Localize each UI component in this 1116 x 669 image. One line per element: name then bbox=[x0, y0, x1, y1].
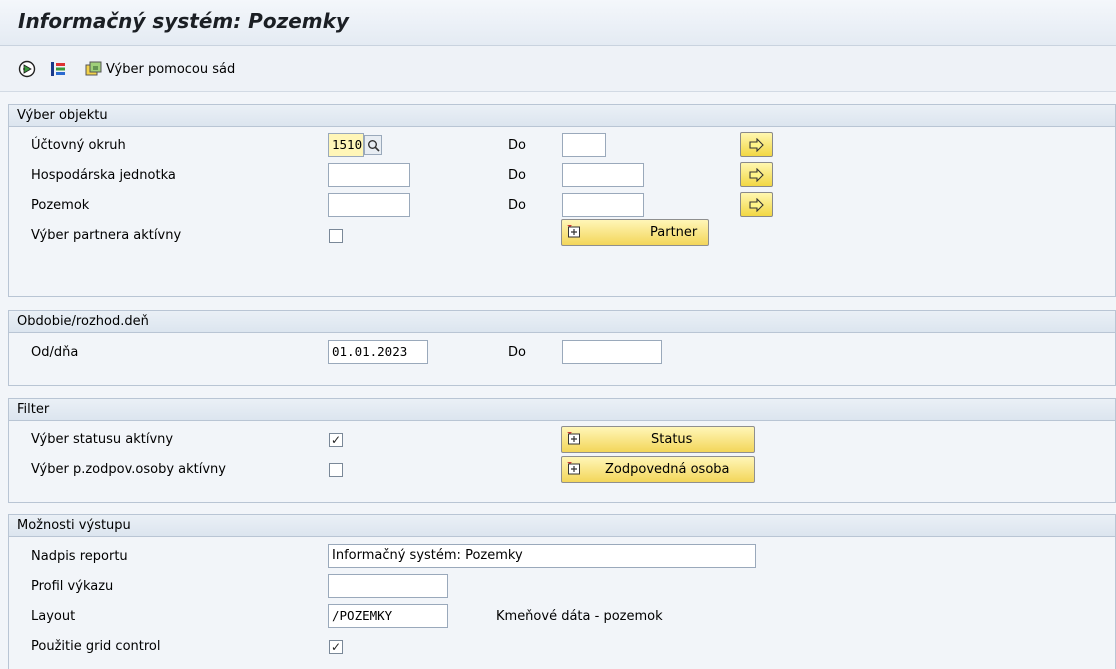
report-profile-label: Profil výkazu bbox=[31, 579, 114, 594]
status-active-checkbox[interactable]: ✓ bbox=[329, 433, 343, 447]
grid-control-checkbox[interactable]: ✓ bbox=[329, 640, 343, 654]
object-selection-group: Výber objektu Účtovný okruh 1510 Do Hosp… bbox=[8, 104, 1116, 297]
responsible-person-button-label: Zodpovedná osoba bbox=[605, 462, 730, 477]
company-code-input[interactable]: 1510 bbox=[328, 133, 364, 157]
business-entity-input[interactable] bbox=[328, 163, 410, 187]
arrow-right-icon bbox=[748, 197, 764, 212]
page-title: Informačný systém: Pozemky bbox=[18, 9, 349, 33]
execute-icon bbox=[18, 60, 36, 78]
object-selection-header: Výber objektu bbox=[9, 105, 1115, 127]
arrow-right-icon bbox=[748, 167, 764, 182]
business-entity-to-label: Do bbox=[508, 168, 526, 183]
grid-control-label: Použitie grid control bbox=[31, 639, 161, 654]
business-entity-label: Hospodárska jednotka bbox=[31, 168, 176, 183]
filter-header: Filter bbox=[9, 399, 1115, 421]
filter-group: Filter Výber statusu aktívny ✓ Výber p.z… bbox=[8, 398, 1116, 503]
period-header: Obdobie/rozhod.deň bbox=[9, 311, 1115, 333]
partner-active-checkbox[interactable] bbox=[329, 229, 343, 243]
layout-label: Layout bbox=[31, 609, 76, 624]
execute-button[interactable] bbox=[18, 59, 36, 79]
responsible-active-label: Výber p.zodpov.osoby aktívny bbox=[31, 462, 226, 477]
status-button-label: Status bbox=[651, 432, 693, 447]
partner-active-label: Výber partnera aktívny bbox=[31, 228, 182, 243]
get-variant-icon bbox=[51, 62, 65, 76]
application-toolbar: Výber pomocou sád bbox=[0, 46, 1116, 92]
land-to-label: Do bbox=[508, 198, 526, 213]
layout-input[interactable]: /POZEMKY bbox=[328, 604, 448, 628]
layout-description: Kmeňové dáta - pozemok bbox=[496, 609, 663, 624]
company-code-label: Účtovný okruh bbox=[31, 138, 126, 153]
land-to-input[interactable] bbox=[562, 193, 644, 217]
land-label: Pozemok bbox=[31, 198, 90, 213]
report-title-input[interactable]: Informačný systém: Pozemky bbox=[328, 544, 756, 568]
selection-sets-label: Výber pomocou sád bbox=[106, 61, 236, 77]
from-date-input[interactable]: 01.01.2023 bbox=[328, 340, 428, 364]
selection-sets-icon bbox=[85, 61, 102, 76]
arrow-right-icon bbox=[748, 137, 764, 152]
company-code-to-input[interactable] bbox=[562, 133, 606, 157]
land-input[interactable] bbox=[328, 193, 410, 217]
report-profile-input[interactable] bbox=[328, 574, 448, 598]
responsible-active-checkbox[interactable] bbox=[329, 463, 343, 477]
business-entity-multiple-selection-button[interactable] bbox=[740, 162, 773, 187]
to-date-input[interactable] bbox=[562, 340, 662, 364]
to-date-label: Do bbox=[508, 345, 526, 360]
company-code-multiple-selection-button[interactable] bbox=[740, 132, 773, 157]
company-code-search-button[interactable] bbox=[364, 135, 382, 155]
expand-icon bbox=[566, 224, 581, 243]
land-multiple-selection-button[interactable] bbox=[740, 192, 773, 217]
report-title-label: Nadpis reportu bbox=[31, 549, 128, 564]
selection-sets-button[interactable]: Výber pomocou sád bbox=[85, 59, 235, 79]
expand-icon bbox=[566, 431, 581, 450]
status-button[interactable]: Status bbox=[561, 426, 755, 453]
get-variant-button[interactable] bbox=[50, 59, 68, 79]
status-active-label: Výber statusu aktívny bbox=[31, 432, 174, 447]
search-icon bbox=[367, 139, 380, 152]
output-options-group: Možnosti výstupu Nadpis reportu Informač… bbox=[8, 514, 1116, 669]
partner-button[interactable]: Partner bbox=[561, 219, 709, 246]
partner-button-label: Partner bbox=[650, 225, 698, 240]
business-entity-to-input[interactable] bbox=[562, 163, 644, 187]
period-group: Obdobie/rozhod.deň Od/dňa 01.01.2023 Do bbox=[8, 310, 1116, 386]
expand-icon bbox=[566, 461, 581, 480]
title-bar: Informačný systém: Pozemky bbox=[0, 0, 1116, 46]
output-options-header: Možnosti výstupu bbox=[9, 515, 1115, 537]
from-date-label: Od/dňa bbox=[31, 345, 79, 360]
company-code-to-label: Do bbox=[508, 138, 526, 153]
responsible-person-button[interactable]: Zodpovedná osoba bbox=[561, 456, 755, 483]
